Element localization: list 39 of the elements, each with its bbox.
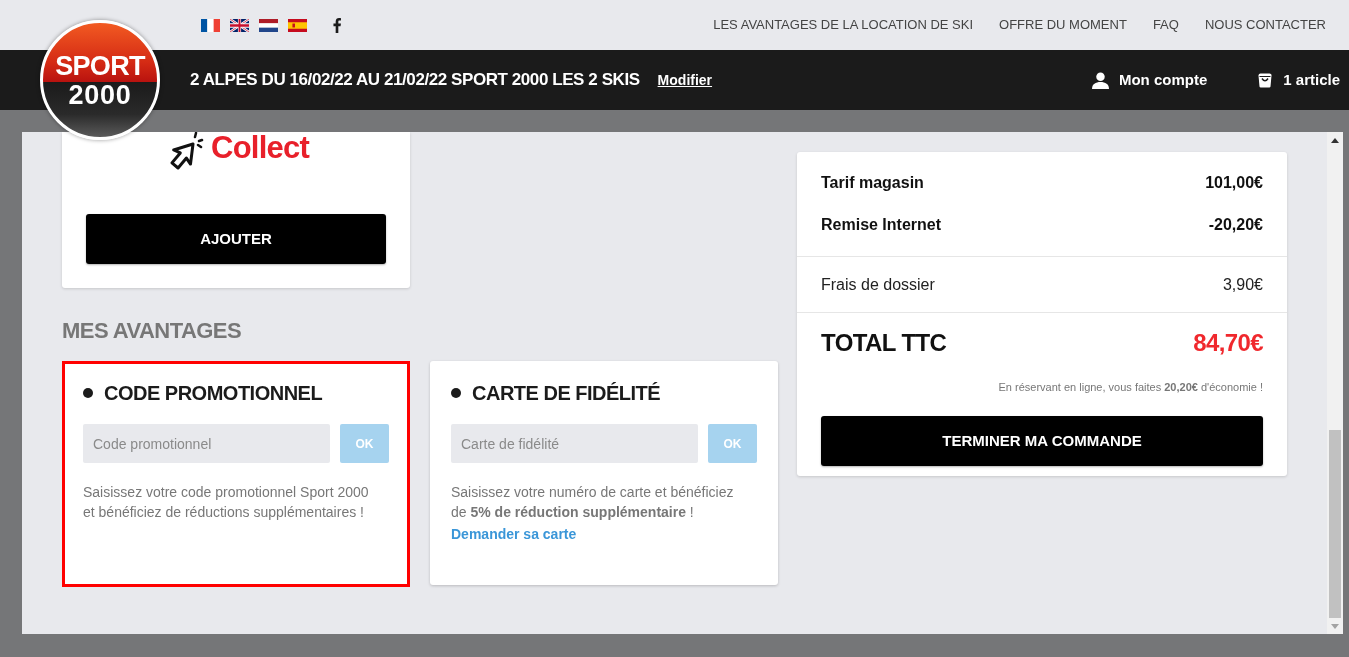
price-value: 101,00€ bbox=[1205, 173, 1263, 193]
price-label: Frais de dossier bbox=[821, 274, 935, 295]
bullet-icon bbox=[83, 388, 93, 398]
card-title: CARTE DE FIDÉLITÉ bbox=[472, 381, 661, 405]
logo-text: SPORT bbox=[55, 52, 145, 80]
edit-link[interactable]: Modifier bbox=[657, 69, 713, 91]
price-label: Remise Internet bbox=[821, 215, 942, 235]
nav-link[interactable]: LES AVANTAGES DE LA LOCATION DE SKI bbox=[713, 15, 974, 35]
netherlands-flag-icon[interactable] bbox=[259, 18, 278, 32]
bullet-icon bbox=[451, 388, 461, 398]
price-value: 3,90€ bbox=[1222, 274, 1263, 295]
savings-note: En réservant en ligne, vous faites 20,20€ d'économie ! bbox=[998, 380, 1263, 395]
nav-link[interactable]: OFFRE DU MOMENT bbox=[999, 15, 1127, 35]
logo-text: 2000 bbox=[68, 81, 132, 109]
price-label: Tarif magasin bbox=[821, 173, 924, 193]
card-description: Saisissez votre numéro de carte et bénéficiez de 5% de réduction supplémentaire ! bbox=[451, 483, 735, 522]
booking-summary: 2 ALPES DU 16/02/22 AU 21/02/22 SPORT 2000 LES 2 SKIS bbox=[190, 69, 640, 92]
add-button[interactable]: AJOUTER bbox=[86, 214, 386, 264]
checkout-button[interactable]: TERMINER MA COMMANDE bbox=[821, 416, 1263, 466]
uk-flag-icon[interactable] bbox=[230, 18, 249, 32]
facebook-icon[interactable] bbox=[333, 17, 341, 33]
france-flag-icon[interactable] bbox=[201, 18, 220, 32]
spain-flag-icon[interactable] bbox=[288, 18, 307, 32]
section-heading: MES AVANTAGES bbox=[62, 318, 243, 344]
cart-link[interactable]: 1 article bbox=[1257, 68, 1340, 92]
nav-link[interactable]: FAQ bbox=[1152, 15, 1179, 35]
scroll-up-icon[interactable] bbox=[1331, 138, 1339, 143]
logo-text: Collect bbox=[211, 132, 309, 164]
price-value: -20,20€ bbox=[1208, 215, 1263, 235]
scrollbar[interactable] bbox=[1327, 132, 1343, 634]
scrollbar-thumb[interactable] bbox=[1329, 430, 1341, 618]
bag-icon bbox=[1257, 72, 1274, 88]
total-label: TOTAL TTC bbox=[821, 328, 947, 358]
total-value: 84,70€ bbox=[1193, 328, 1263, 358]
user-icon bbox=[1091, 71, 1109, 89]
card-description: Saisissez votre code promotionnel Sport 2000 et bénéficiez de réductions supplémentaires ! bbox=[83, 483, 370, 522]
card-title: CODE PROMOTIONNEL bbox=[104, 381, 323, 405]
account-link[interactable]: Mon compte bbox=[1091, 68, 1208, 92]
nav-link[interactable]: NOUS CONTACTER bbox=[1204, 15, 1326, 35]
